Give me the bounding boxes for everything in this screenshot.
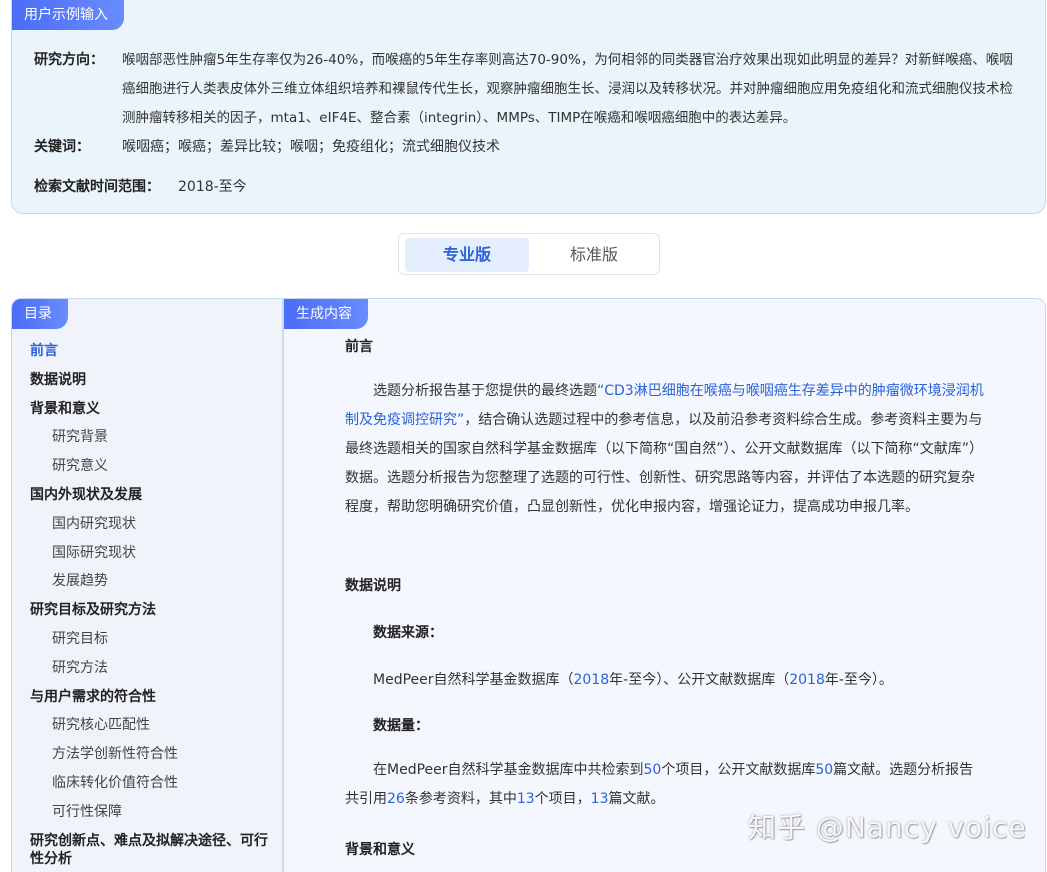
- data-source-text-c: 年-至今）。: [824, 672, 893, 688]
- vol-num-projects: 50: [643, 762, 662, 778]
- toc-item[interactable]: 研究意义: [30, 452, 274, 481]
- vol-text-e: 个项目，: [534, 791, 591, 807]
- toc-item[interactable]: 研究方法: [30, 654, 274, 683]
- table-of-contents-panel: 目录 前言 数据说明 背景和意义 研究背景 研究意义 国内外现状及发展 国内研究现状 国际研究…: [11, 298, 283, 872]
- data-source-text-b: 年-至今）、公开文献数据库（: [609, 672, 790, 688]
- research-direction-text: 喉咽部恶性肿瘤5年生存率仅为26-40%，而喉癌的5年生存率则高达70-90%，…: [122, 52, 1013, 126]
- data-source-line: MedPeer自然科学基金数据库（2018年-至今）、公开文献数据库（2018年…: [373, 669, 893, 689]
- toc-item[interactable]: 国内外现状及发展: [30, 481, 274, 510]
- vol-num-papers: 50: [815, 762, 834, 778]
- vol-text-b: 个项目，公开文献数据库: [661, 762, 816, 778]
- toc-item[interactable]: 数据说明: [30, 366, 274, 395]
- tab-professional[interactable]: 专业版: [405, 238, 529, 272]
- keywords-label: 关键词：: [34, 139, 90, 155]
- preface-paragraph: 选题分析报告基于您提供的最终选题“CD3淋巴细胞在喉癌与喉咽癌生存差异中的肿瘤微…: [345, 377, 985, 522]
- generated-content-tag: 生成内容: [284, 299, 368, 329]
- toc-tag: 目录: [12, 299, 68, 329]
- user-example-input-panel: 用户示例输入 研究方向： 喉咽部恶性肿瘤5年生存率仅为26-40%，而喉癌的5年…: [11, 0, 1046, 214]
- data-volume-heading: 数据量：: [373, 718, 429, 734]
- toc-item[interactable]: 可行性保障: [30, 798, 274, 827]
- toc-item[interactable]: 临床转化价值符合性: [30, 769, 274, 798]
- toc-item[interactable]: 研究目标: [30, 625, 274, 654]
- toc-item[interactable]: 发展趋势: [30, 567, 274, 596]
- vol-text-a: 在MedPeer自然科学基金数据库中共检索到: [373, 762, 644, 778]
- tab-standard[interactable]: 标准版: [533, 238, 655, 272]
- generated-content-panel: 生成内容 前言 选题分析报告基于您提供的最终选题“CD3淋巴细胞在喉癌与喉咽癌生…: [283, 298, 1046, 872]
- toc-item[interactable]: 国内研究现状: [30, 510, 274, 539]
- toc-item[interactable]: 背景和意义: [30, 395, 274, 424]
- vol-text-d: 条参考资料，其中: [404, 791, 517, 807]
- data-source-heading: 数据来源：: [373, 625, 443, 641]
- keywords-row: 关键词： 喉咽癌；喉癌；差异比较；喉咽；免疫组化；流式细胞仪技术: [34, 136, 500, 158]
- toc-item[interactable]: 方法学创新性符合性: [30, 740, 274, 769]
- toc-item[interactable]: 研究背景: [30, 423, 274, 452]
- toc-item[interactable]: 国际研究现状: [30, 539, 274, 568]
- preface-heading: 前言: [345, 339, 373, 355]
- toc-item[interactable]: 与用户需求的符合性: [30, 683, 274, 712]
- toc-item[interactable]: 前言: [30, 337, 274, 366]
- data-description-heading: 数据说明: [345, 578, 401, 594]
- user-example-input-tag: 用户示例输入: [12, 0, 124, 30]
- vol-text-f: 篇文献。: [608, 791, 665, 807]
- preface-text-1: 选题分析报告基于您提供的最终选题: [373, 383, 597, 399]
- watermark: 知乎 @Nancy voice: [748, 811, 1027, 844]
- vol-num-ref-projects: 13: [516, 791, 535, 807]
- data-source-text-a: MedPeer自然科学基金数据库（: [373, 672, 574, 688]
- vol-num-references: 26: [387, 791, 405, 807]
- vol-num-ref-papers: 13: [590, 791, 609, 807]
- time-range-label: 检索文献时间范围：: [34, 179, 160, 195]
- toc-list: 前言 数据说明 背景和意义 研究背景 研究意义 国内外现状及发展 国内研究现状 国际研究现状发…: [30, 337, 274, 868]
- toc-item[interactable]: 研究目标及研究方法: [30, 596, 274, 625]
- toc-item[interactable]: 研究核心匹配性: [30, 711, 274, 740]
- toc-item[interactable]: 研究创新点、难点及拟解决途径、可行性分析: [30, 827, 274, 868]
- data-source-year-2: 2018: [789, 672, 825, 688]
- time-range-text: 2018-至今: [178, 179, 247, 195]
- research-direction-row: 研究方向： 喉咽部恶性肿瘤5年生存率仅为26-40%，而喉癌的5年生存率则高达7…: [34, 46, 1024, 133]
- data-source-year-1: 2018: [573, 672, 610, 688]
- time-range-row: 检索文献时间范围： 2018-至今: [34, 176, 247, 198]
- keywords-text: 喉咽癌；喉癌；差异比较；喉咽；免疫组化；流式细胞仪技术: [122, 139, 500, 155]
- research-direction-label: 研究方向：: [34, 52, 104, 68]
- version-toggle: 专业版 标准版: [398, 233, 660, 275]
- background-heading: 背景和意义: [345, 842, 415, 858]
